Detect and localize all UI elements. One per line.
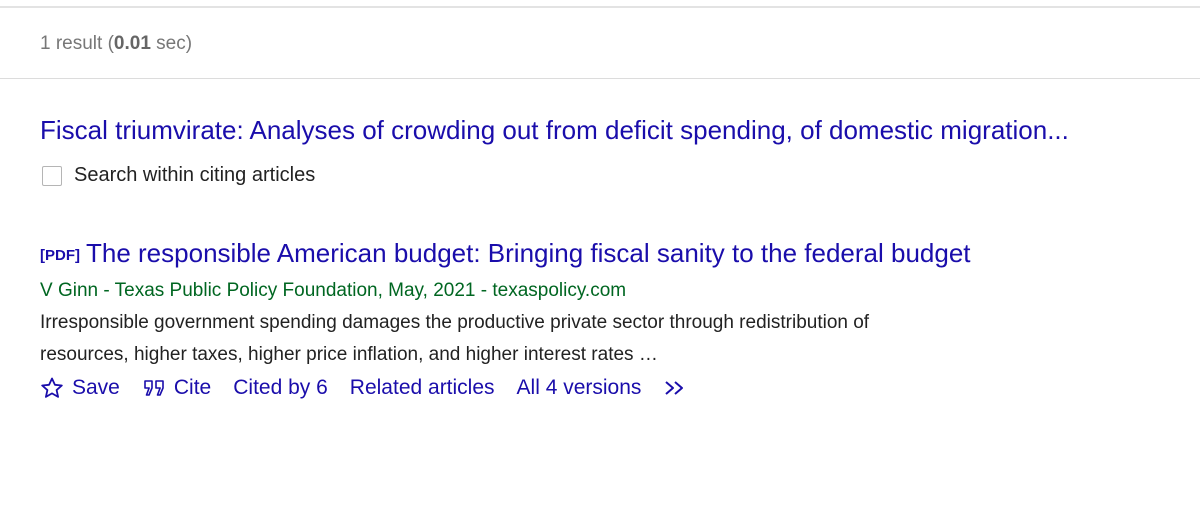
cited-by-link[interactable]: Cited by 6: [233, 376, 328, 400]
result-title[interactable]: The responsible American budget: Bringin…: [86, 238, 971, 268]
cite-label: Cite: [173, 376, 212, 399]
result-title-line: [PDF] The responsible American budget: Br…: [40, 236, 1020, 273]
cite-button[interactable]: Cite: [142, 376, 211, 400]
result-stats-suffix: sec): [150, 33, 193, 54]
pdf-tag[interactable]: [PDF]: [40, 247, 80, 264]
save-button[interactable]: Save: [40, 376, 120, 400]
more-button[interactable]: [663, 378, 697, 398]
result-actions: Save Cite Cited by 6 Related articles Al…: [40, 371, 1020, 405]
result-byline: V Ginn - Texas Public Policy Foundation,…: [40, 280, 627, 301]
search-within-label[interactable]: Search within citing articles: [74, 164, 315, 187]
search-time: 0.01: [113, 33, 151, 54]
result-snippet: Irresponsible government spending damage…: [40, 312, 870, 365]
result-entry: [PDF] The responsible American budget: Br…: [40, 236, 1020, 405]
all-versions-link[interactable]: All 4 versions: [517, 376, 642, 400]
result-count: 1 result (: [40, 33, 114, 54]
related-articles-link[interactable]: Related articles: [350, 376, 495, 400]
save-label: Save: [72, 376, 120, 399]
header-divider: [0, 78, 1200, 79]
star-icon: [40, 376, 64, 400]
more-chevrons-icon: [663, 378, 689, 398]
scholar-results-page: 1 result (0.01 sec) Fiscal triumvirate: …: [0, 0, 1200, 510]
top-border: [0, 0, 1200, 8]
result-stats: 1 result (0.01 sec): [40, 33, 192, 55]
search-within-row[interactable]: Search within citing articles: [42, 164, 315, 187]
cited-article-title[interactable]: Fiscal triumvirate: Analyses of crowding…: [40, 115, 1069, 146]
search-within-checkbox[interactable]: [42, 165, 62, 186]
quote-icon: [142, 377, 166, 399]
